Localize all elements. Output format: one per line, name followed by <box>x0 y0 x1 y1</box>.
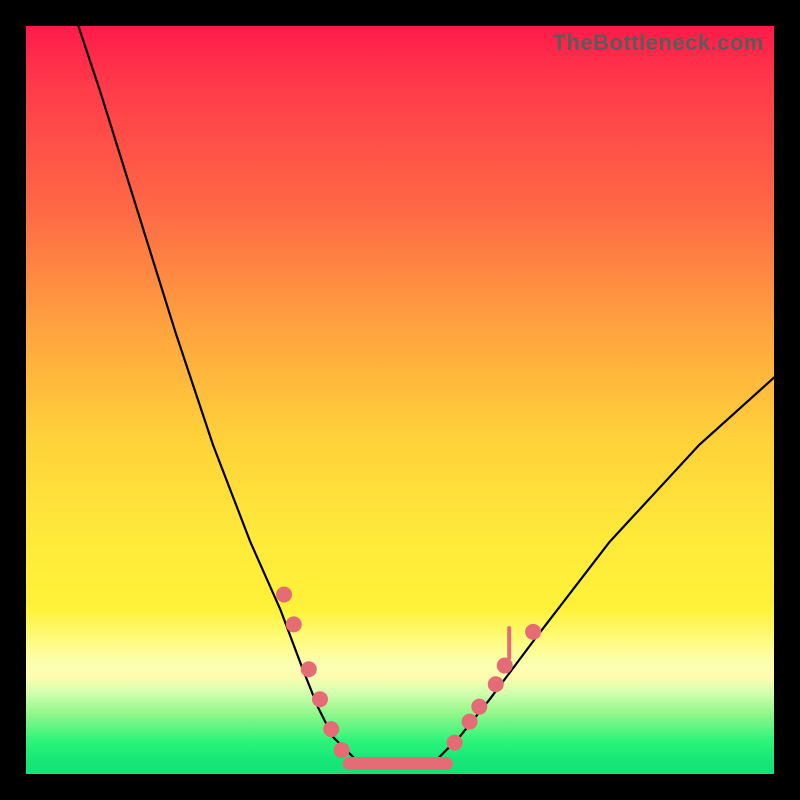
bottleneck-curve <box>78 26 774 767</box>
marker-dot <box>276 586 292 602</box>
chart-stage: TheBottleneck.com <box>0 0 800 800</box>
marker-dot <box>497 658 513 674</box>
marker-layer <box>276 586 541 758</box>
marker-dot <box>488 676 504 692</box>
marker-dot <box>471 699 487 715</box>
marker-dot <box>525 624 541 640</box>
marker-dot <box>286 616 302 632</box>
marker-dot <box>301 661 317 677</box>
marker-dot <box>312 691 328 707</box>
chart-svg <box>26 26 774 774</box>
marker-dot <box>447 735 463 751</box>
plot-area: TheBottleneck.com <box>26 26 774 774</box>
marker-dot <box>323 721 339 737</box>
marker-dot <box>334 742 350 758</box>
marker-dot <box>462 714 478 730</box>
curve-layer <box>78 26 774 767</box>
